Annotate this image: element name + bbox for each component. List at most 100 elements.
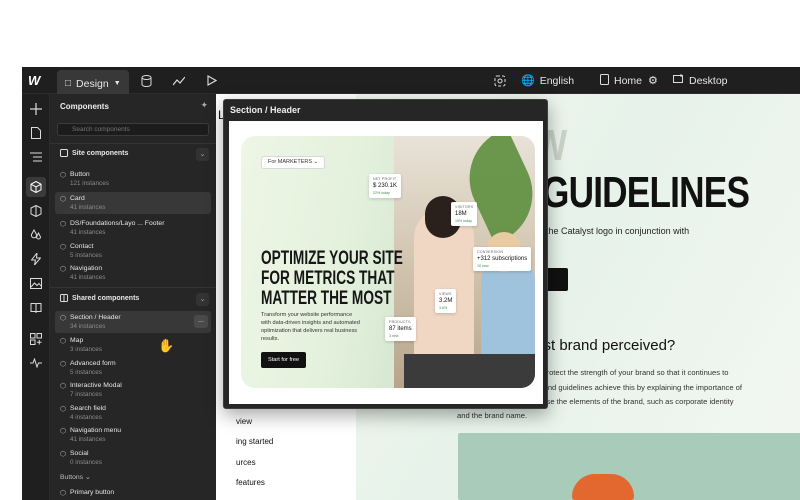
shared-components-chevron-icon[interactable]: ⌄ xyxy=(196,293,209,306)
dropdown-label: For MARKETERS xyxy=(268,159,313,165)
buttons-group-header[interactable]: Buttons ⌄ xyxy=(60,473,91,481)
headline-line: FOR METRICS THAT xyxy=(261,268,395,289)
component-instances: 41 instances xyxy=(70,204,106,211)
components-cube-icon[interactable] xyxy=(26,177,46,197)
component-item-map[interactable]: ⬡ Map 3 instances xyxy=(55,334,211,356)
section-heading: yst brand perceived? xyxy=(536,337,676,354)
preview-hero-card: For MARKETERS ⌄ OPTIMIZE YOUR SITE FOR M… xyxy=(241,136,535,388)
stat-card: VISITORS 18M 15% today xyxy=(451,202,478,226)
site-components-header[interactable]: Site components xyxy=(60,149,128,157)
component-instances: 3 instances xyxy=(70,346,102,353)
preview-laptop-shape xyxy=(404,354,535,388)
component-icon: ⬡ xyxy=(60,315,67,322)
component-item-card[interactable]: ⬡ Card 41 instances xyxy=(55,192,211,214)
component-item-navigation[interactable]: ⬡ Navigation 41 instances xyxy=(55,262,211,284)
component-name: Advanced form xyxy=(70,360,116,367)
stat-card: PRODUCTS 87 items 3 new xyxy=(385,317,416,341)
preview-body: Transform your website performance with … xyxy=(261,311,360,343)
desktop-add-icon xyxy=(673,74,684,87)
stat-value: +312 subscriptions xyxy=(477,256,528,262)
component-item-search-field[interactable]: ⬡ Search field 4 instances xyxy=(55,402,211,424)
left-icon-rail xyxy=(22,94,50,500)
stat-card: CONVERSION +312 subscriptions 10 new xyxy=(473,247,532,271)
component-icon: ⬡ xyxy=(60,451,67,458)
language-switcher[interactable]: 🌐 English xyxy=(521,67,574,94)
image-hat-shape xyxy=(572,474,634,500)
component-item-primary-button[interactable]: ⬡ Primary button xyxy=(55,486,211,500)
nav-row-label: urces xyxy=(236,458,256,467)
webflow-logo[interactable]: W xyxy=(28,67,40,94)
headline-line: MATTER THE MOST xyxy=(261,288,392,309)
component-item-social[interactable]: ⬡ Social 0 instances xyxy=(55,447,211,469)
component-instances: 41 instances xyxy=(70,436,106,443)
component-item-footer[interactable]: ⬡ DS/Foundations/Layo ... Footer 41 inst… xyxy=(55,217,211,239)
component-name: Social xyxy=(70,450,89,457)
canvas-nav-row[interactable]: urces + xyxy=(236,457,362,468)
stat-value: 87 items xyxy=(389,326,412,332)
divider xyxy=(50,143,216,144)
chevron-down-icon: ⌄ xyxy=(84,474,91,481)
pages-icon[interactable] xyxy=(26,123,46,143)
component-instances: 41 instances xyxy=(70,229,106,236)
navigator-icon[interactable] xyxy=(26,147,46,167)
nav-row-label: view xyxy=(236,417,253,426)
canvas-nav-row[interactable]: features + xyxy=(236,477,362,488)
stat-value: $ 230.1K xyxy=(373,183,398,189)
component-instances: 7 instances xyxy=(70,391,102,398)
search-components-input[interactable] xyxy=(57,123,209,136)
assets-image-icon[interactable] xyxy=(26,273,46,293)
component-preview-popover: Section / Header For MARKETERS ⌄ OPTIMIZ… xyxy=(223,99,548,409)
preview-cta-button: Start for free xyxy=(261,352,307,368)
headline-line: OPTIMIZE YOUR SITE xyxy=(261,248,403,269)
component-name: Interactive Modal xyxy=(70,382,122,389)
breakpoint-selector[interactable]: Desktop xyxy=(673,67,728,94)
components-panel: Components ✦ ⚲ Site components ⌄ ⬡ Butto… xyxy=(50,94,216,500)
page-settings-gear-icon[interactable]: ⚙ xyxy=(648,67,658,94)
section-paragraph-line: and the brand name. xyxy=(457,411,528,420)
cms-icon[interactable] xyxy=(141,67,152,94)
component-instances: 121 instances xyxy=(70,180,109,187)
apps-grid-icon[interactable] xyxy=(26,329,46,349)
more-options-button[interactable]: ... xyxy=(194,315,208,328)
ai-assistant-icon[interactable] xyxy=(494,67,506,94)
component-name: Navigation menu xyxy=(70,427,122,434)
divider xyxy=(50,287,216,288)
page-selector[interactable]: Home xyxy=(600,67,642,94)
component-item-advanced-form[interactable]: ⬡ Advanced form 5 instances xyxy=(55,357,211,379)
component-item-interactive-modal[interactable]: ⬡ Interactive Modal 7 instances xyxy=(55,379,211,401)
create-component-icon[interactable]: ✦ xyxy=(200,100,208,111)
stat-label: PRODUCTS xyxy=(389,320,411,324)
canvas-nav-row[interactable]: view xyxy=(236,417,362,426)
component-item-section-header[interactable]: ⬡ Section / Header 34 instances ... xyxy=(55,311,211,333)
interactions-bolt-icon[interactable] xyxy=(26,249,46,269)
component-instances: 5 instances xyxy=(70,369,102,376)
styles-drops-icon[interactable] xyxy=(26,225,46,245)
hero-description: the Catalyst logo in conjunction with xyxy=(546,226,690,236)
preview-play-icon[interactable] xyxy=(207,67,217,94)
component-name: Contact xyxy=(70,243,94,250)
analytics-icon[interactable] xyxy=(173,67,185,94)
component-item-button[interactable]: ⬡ Button 121 instances xyxy=(55,168,211,190)
activity-pulse-icon[interactable] xyxy=(26,353,46,373)
page-label: Home xyxy=(614,74,643,87)
site-components-chevron-icon[interactable]: ⌄ xyxy=(196,148,209,161)
component-icon: ⬡ xyxy=(60,172,67,179)
stat-label: VISITORS xyxy=(455,205,474,209)
preview-frame: For MARKETERS ⌄ OPTIMIZE YOUR SITE FOR M… xyxy=(229,121,543,404)
component-item-navigation-menu[interactable]: ⬡ Navigation menu 41 instances xyxy=(55,424,211,446)
body-line: Transform your website performance xyxy=(261,312,353,318)
add-elements-plus-icon[interactable] xyxy=(26,99,46,119)
component-icon: ⬡ xyxy=(60,406,67,413)
canvas-nav-row[interactable]: ing started + xyxy=(236,436,362,447)
body-line: results. xyxy=(261,336,280,342)
cms-book-icon[interactable] xyxy=(26,297,46,317)
variables-icon[interactable] xyxy=(26,201,46,221)
body-line: optimization that delivers real business xyxy=(261,328,358,334)
design-mode-button[interactable]: □ Design ▼ xyxy=(57,70,129,97)
preview-headline: OPTIMIZE YOUR SITE FOR METRICS THAT MATT… xyxy=(261,249,403,309)
component-item-contact[interactable]: ⬡ Contact 5 instances xyxy=(55,240,211,262)
component-icon: ⬡ xyxy=(60,196,67,203)
site-folder-icon xyxy=(60,149,68,157)
shared-components-header[interactable]: Shared components xyxy=(60,294,139,302)
nav-row-label: ing started xyxy=(236,437,274,446)
